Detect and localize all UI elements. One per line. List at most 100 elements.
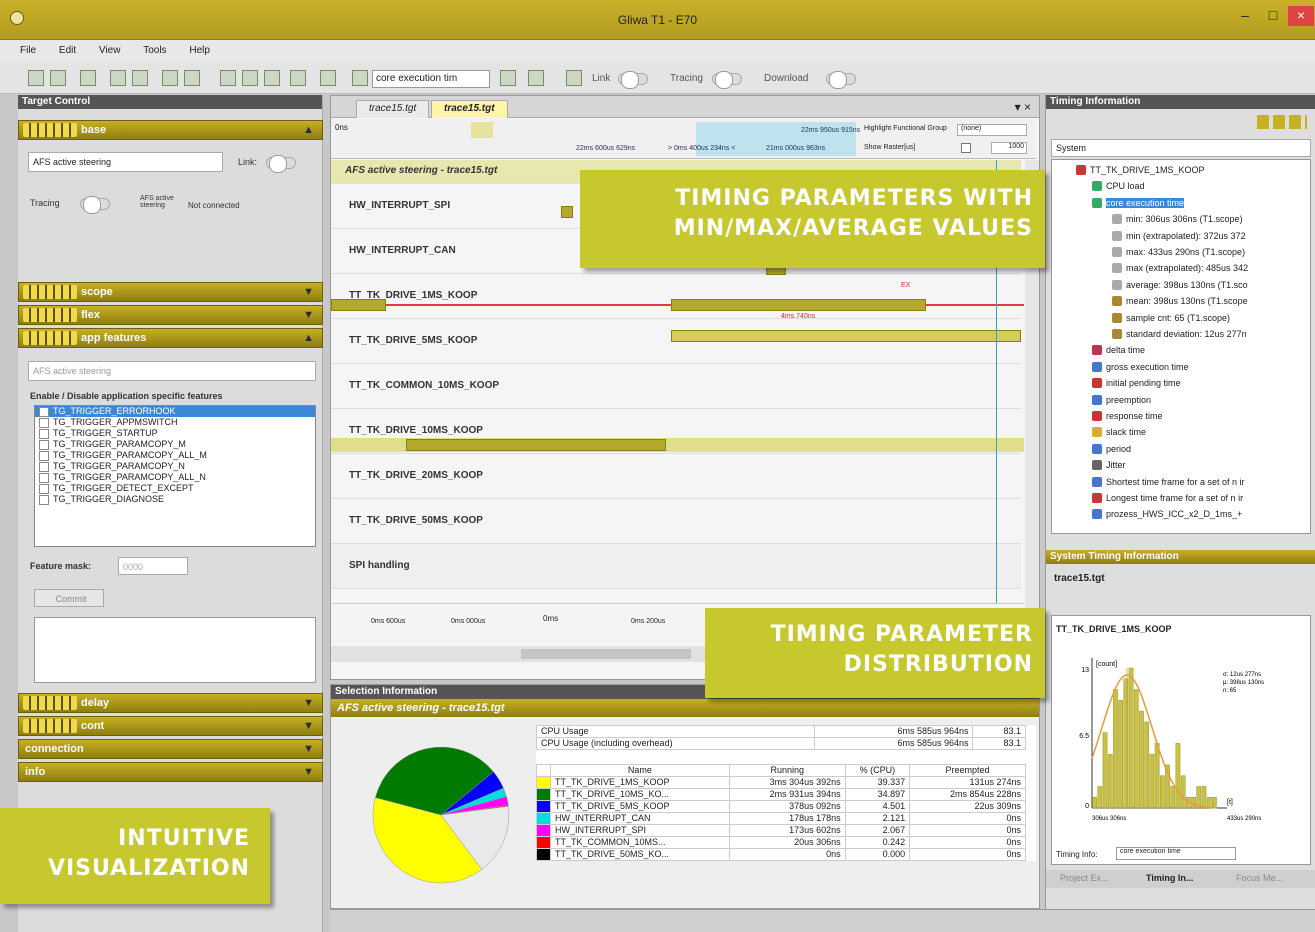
tree-item[interactable]: min (extrapolated): 372us 372: [1112, 230, 1246, 242]
section-app-features[interactable]: app features ▲: [18, 328, 323, 348]
table-row[interactable]: CPU Usage 6ms 585us 964ns 83.1: [535, 725, 1026, 738]
section-flex[interactable]: flex ▼: [18, 305, 323, 325]
tree-item[interactable]: CPU load: [1092, 180, 1145, 192]
close-trace-icon[interactable]: ▾ ×: [1015, 100, 1031, 114]
raster-input[interactable]: 1000: [991, 142, 1027, 154]
feature-item[interactable]: TG_TRIGGER_PARAMCOPY_M: [35, 439, 315, 450]
grid-icon[interactable]: [264, 70, 280, 86]
track-row[interactable]: SPI handling: [331, 544, 1021, 589]
column-header[interactable]: Running: [728, 764, 846, 777]
feature-item[interactable]: TG_TRIGGER_PARAMCOPY_ALL_N: [35, 472, 315, 483]
section-base[interactable]: base ▲: [18, 120, 323, 140]
feature-item[interactable]: TG_TRIGGER_PARAMCOPY_ALL_M: [35, 450, 315, 461]
refresh-icon[interactable]: [220, 70, 236, 86]
track-row[interactable]: TT_TK_DRIVE_1MS_KOOP 4ms 740ns EX: [331, 274, 1024, 320]
feature-item[interactable]: TG_TRIGGER_STARTUP: [35, 428, 315, 439]
tree-item[interactable]: delta time: [1092, 344, 1145, 356]
zoom-in-icon[interactable]: [162, 70, 178, 86]
table-row[interactable]: TT_TK_DRIVE_5MS_KOOP 378us 092ns 4.501 22us…: [536, 800, 1026, 813]
tree-item[interactable]: max (extrapolated): 485us 342: [1112, 262, 1248, 274]
table-row[interactable]: TT_TK_COMMON_10MS... 20us 306ns 0.242 0ns: [536, 836, 1026, 849]
timing-parameter-combo[interactable]: core execution tim: [372, 70, 490, 88]
new-icon[interactable]: [28, 70, 44, 86]
section-scope[interactable]: scope ▼: [18, 282, 323, 302]
feature-mask-input[interactable]: 0000: [118, 557, 188, 575]
menu-file[interactable]: File: [20, 45, 36, 56]
minimize-button[interactable]: –: [1232, 6, 1258, 26]
tree-item[interactable]: sample cnt: 65 (T1.scope): [1112, 312, 1230, 324]
track-row[interactable]: TT_TK_DRIVE_5MS_KOOP: [331, 319, 1021, 364]
task-bar[interactable]: [671, 299, 926, 311]
tree-item[interactable]: max: 433us 290ns (T1.scope): [1112, 246, 1245, 258]
table-row[interactable]: TT_TK_DRIVE_50MS_KO... 0ns 0.000 0ns: [536, 848, 1026, 861]
highlight-group-select[interactable]: (none): [957, 124, 1027, 136]
column-header[interactable]: Preempted: [909, 764, 1026, 777]
tree-item[interactable]: period: [1092, 443, 1131, 455]
tree-item[interactable]: gross execution time: [1092, 361, 1189, 373]
tab-trace-2[interactable]: trace15.tgt: [431, 100, 508, 118]
application-select[interactable]: AFS active steering: [28, 152, 223, 172]
task-bar[interactable]: [561, 206, 573, 218]
track-row[interactable]: TT_TK_COMMON_10MS_KOOP: [331, 364, 1021, 409]
feature-item[interactable]: TG_TRIGGER_DETECT_EXCEPT: [35, 483, 315, 494]
back-icon[interactable]: [110, 70, 126, 86]
tree-item[interactable]: core execution time: [1092, 197, 1185, 209]
feature-item[interactable]: TG_TRIGGER_DIAGNOSE: [35, 494, 315, 505]
section-info[interactable]: info ▼: [18, 762, 323, 782]
table-row[interactable]: CPU Usage (including overhead) 6ms 585us …: [535, 737, 1026, 750]
tree-item[interactable]: initial pending time: [1092, 377, 1181, 389]
export-icon[interactable]: [528, 70, 544, 86]
maximize-button[interactable]: □: [1260, 6, 1286, 26]
task-bar[interactable]: [406, 439, 666, 451]
timing-tree[interactable]: TT_TK_DRIVE_1MS_KOOP CPU load core executi…: [1051, 159, 1311, 534]
list-icon[interactable]: [352, 70, 368, 86]
panel-tracing-toggle[interactable]: [80, 196, 110, 214]
table-row[interactable]: HW_INTERRUPT_SPI 173us 602ns 2.067 0ns: [536, 824, 1026, 837]
tab-trace-1[interactable]: trace15.tgt: [356, 100, 430, 118]
tree-item[interactable]: Jitter: [1092, 459, 1126, 471]
feature-list[interactable]: TG_TRIGGER_ERRORHOOK TG_TRIGGER_APPMSWIT…: [34, 405, 316, 547]
tracing-toggle[interactable]: [712, 71, 742, 89]
tree-item[interactable]: Longest time frame for a set of n ir: [1092, 492, 1243, 504]
feature-item[interactable]: TG_TRIGGER_APPMSWITCH: [35, 417, 315, 428]
filter-icon[interactable]: [242, 70, 258, 86]
task-bar[interactable]: [331, 299, 386, 311]
tree-item[interactable]: average: 398us 130ns (T1.sco: [1112, 279, 1248, 291]
open-icon[interactable]: [50, 70, 66, 86]
table-row[interactable]: TT_TK_DRIVE_1MS_KOOP 3ms 304us 392ns 39.33…: [536, 776, 1026, 789]
menu-help[interactable]: Help: [189, 45, 210, 56]
menu-view[interactable]: View: [99, 45, 121, 56]
apply-icon[interactable]: [500, 70, 516, 86]
task-bar[interactable]: [671, 330, 1021, 342]
menu-tools[interactable]: Tools: [143, 45, 166, 56]
menu-edit[interactable]: Edit: [59, 45, 76, 56]
commit-button[interactable]: Commit: [34, 589, 104, 607]
track-row[interactable]: TT_TK_DRIVE_10MS_KOOP: [331, 409, 1024, 454]
track-row[interactable]: TT_TK_DRIVE_20MS_KOOP: [331, 454, 1021, 499]
track-row[interactable]: TT_TK_DRIVE_50MS_KOOP: [331, 499, 1021, 544]
tree-item[interactable]: mean: 398us 130ns (T1.scope: [1112, 295, 1248, 307]
tree-item[interactable]: min: 306us 306ns (T1.scope): [1112, 213, 1243, 225]
forward-icon[interactable]: [132, 70, 148, 86]
tree-item[interactable]: preemption: [1092, 394, 1151, 406]
tree-item[interactable]: standard deviation: 12us 277n: [1112, 328, 1247, 340]
section-cont[interactable]: cont ▼: [18, 716, 323, 736]
timing-toolbar-icons[interactable]: [1257, 115, 1307, 129]
tree-item[interactable]: response time: [1092, 410, 1163, 422]
download-toggle[interactable]: [826, 71, 856, 89]
section-connection[interactable]: connection ▼: [18, 739, 323, 759]
tab-timing-info[interactable]: Timing In...: [1146, 873, 1193, 883]
chart-icon[interactable]: [290, 70, 306, 86]
panel-link-toggle[interactable]: [266, 155, 296, 173]
show-raster-checkbox[interactable]: [961, 143, 971, 153]
tab-project-explorer[interactable]: Project Ex...: [1060, 873, 1109, 883]
link-toggle[interactable]: [618, 71, 648, 89]
connect-icon[interactable]: [566, 70, 582, 86]
zoom-out-icon[interactable]: [184, 70, 200, 86]
tree-item[interactable]: Shortest time frame for a set of n ir: [1092, 476, 1245, 488]
timing-info-select[interactable]: core execution time: [1116, 847, 1236, 860]
scroll-thumb[interactable]: [521, 649, 691, 659]
settings-icon[interactable]: [320, 70, 336, 86]
section-delay[interactable]: delay ▼: [18, 693, 323, 713]
tree-item[interactable]: slack time: [1092, 426, 1146, 438]
